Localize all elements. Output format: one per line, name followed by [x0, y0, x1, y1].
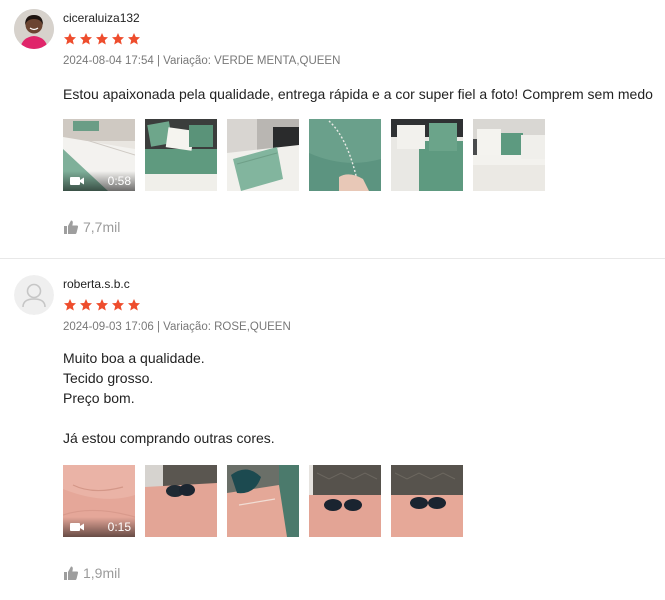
username: ciceraluiza132	[63, 11, 140, 25]
review-text: Muito boa a qualidade. Tecido grosso. Pr…	[63, 350, 275, 446]
avatar[interactable]	[14, 9, 54, 49]
review-photo[interactable]	[227, 465, 299, 537]
star-icon	[112, 299, 124, 311]
star-icon	[80, 33, 92, 45]
like-button[interactable]: 7,7mil	[63, 219, 120, 235]
avatar[interactable]	[14, 275, 54, 315]
video-camera-icon	[70, 177, 84, 185]
star-icon	[112, 33, 124, 45]
star-icon	[96, 299, 108, 311]
star-rating	[63, 32, 141, 46]
star-icon	[96, 33, 108, 45]
review-photo[interactable]	[473, 119, 545, 191]
review-photo[interactable]	[145, 119, 217, 191]
media-row: 0:15	[63, 465, 463, 537]
video-thumbnail[interactable]: 0:58	[63, 119, 135, 191]
like-count: 7,7mil	[83, 219, 121, 235]
review-photo[interactable]	[145, 465, 217, 537]
thumbs-up-icon	[64, 566, 79, 580]
review-photo[interactable]	[391, 465, 463, 537]
review-photo[interactable]	[309, 465, 381, 537]
review-photo[interactable]	[391, 119, 463, 191]
video-duration: 0:15	[107, 520, 131, 534]
like-button[interactable]: 1,9mil	[63, 565, 120, 581]
review-meta: 2024-08-04 17:54 | Variação: VERDE MENTA…	[63, 55, 341, 67]
star-icon	[64, 299, 76, 311]
video-duration: 0:58	[107, 174, 131, 188]
media-row: 0:58	[63, 119, 545, 191]
star-rating	[63, 298, 141, 312]
star-icon	[64, 33, 76, 45]
review-photo[interactable]	[227, 119, 299, 191]
review-text: Estou apaixonada pela qualidade, entrega…	[63, 86, 653, 102]
username: roberta.s.b.c	[63, 277, 130, 291]
video-thumbnail[interactable]: 0:15	[63, 465, 135, 537]
review-photo[interactable]	[309, 119, 381, 191]
review-meta: 2024-09-03 17:06 | Variação: ROSE,QUEEN	[63, 321, 291, 333]
star-icon	[128, 299, 140, 311]
like-count: 1,9mil	[83, 565, 121, 581]
video-camera-icon	[70, 523, 84, 531]
star-icon	[80, 299, 92, 311]
review-divider	[0, 258, 665, 259]
star-icon	[128, 33, 140, 45]
thumbs-up-icon	[64, 220, 79, 234]
